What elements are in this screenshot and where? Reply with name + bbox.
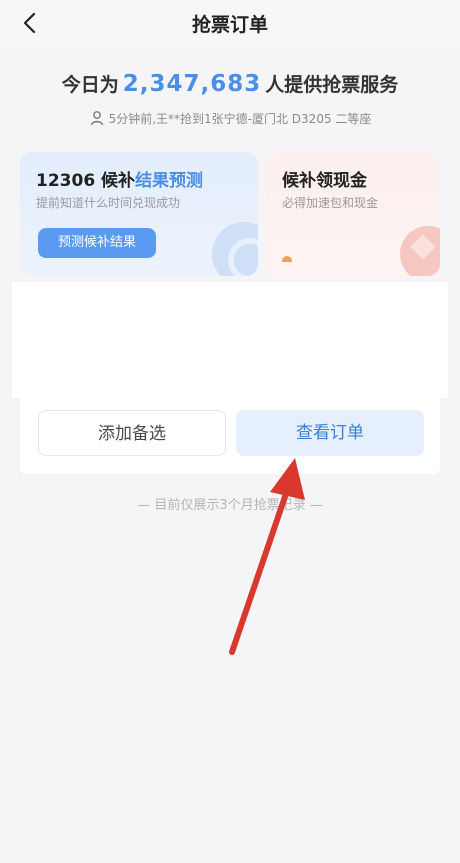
view-order-button[interactable]: 查看订单 — [236, 410, 424, 456]
prediction-title-prefix: 12306 候补 — [36, 171, 136, 191]
prediction-illustration-icon — [212, 222, 258, 276]
cash-card-subtitle: 必得加速包和现金 — [282, 196, 379, 210]
service-stats: 今日为 2,347,683 人提供抢票服务 — [0, 70, 460, 97]
prediction-card-title: 12306 候补结果预测 — [36, 166, 203, 191]
order-list-area — [12, 282, 448, 398]
add-alternative-button[interactable]: 添加备选 — [38, 410, 226, 456]
cash-card-title: 候补领现金 — [282, 171, 367, 191]
user-avatar-icon — [90, 111, 103, 126]
success-ticker: 5分钟前,王**抢到1张宁德-厦门北 D3205 二等座 — [0, 110, 460, 127]
stats-count: 2,347,683 — [122, 71, 262, 97]
red-envelope-illustration-icon — [400, 226, 440, 276]
prediction-card-subtitle: 提前知道什么时间兑现成功 — [36, 196, 181, 210]
record-range-note: — 目前仅展示3个月抢票记录 — — [137, 498, 323, 513]
stats-prefix: 今日为 — [61, 74, 119, 96]
order-panel: 添加备选 查看订单 — [12, 282, 448, 474]
coin-icon — [282, 256, 292, 262]
prediction-title-highlight: 结果预测 — [135, 171, 204, 191]
predict-result-button[interactable]: 预测候补结果 — [38, 228, 156, 258]
cash-reward-card[interactable]: 候补领现金 必得加速包和现金 — [266, 152, 440, 276]
ticker-text: 5分钟前,王**抢到1张宁德-厦门北 D3205 二等座 — [108, 112, 372, 126]
top-nav-bar: 抢票订单 — [0, 0, 460, 46]
result-prediction-card[interactable]: 12306 候补结果预测 提前知道什么时间兑现成功 预测候补结果 — [20, 152, 258, 276]
page-title: 抢票订单 — [191, 14, 268, 36]
stats-suffix: 人提供抢票服务 — [265, 74, 399, 96]
